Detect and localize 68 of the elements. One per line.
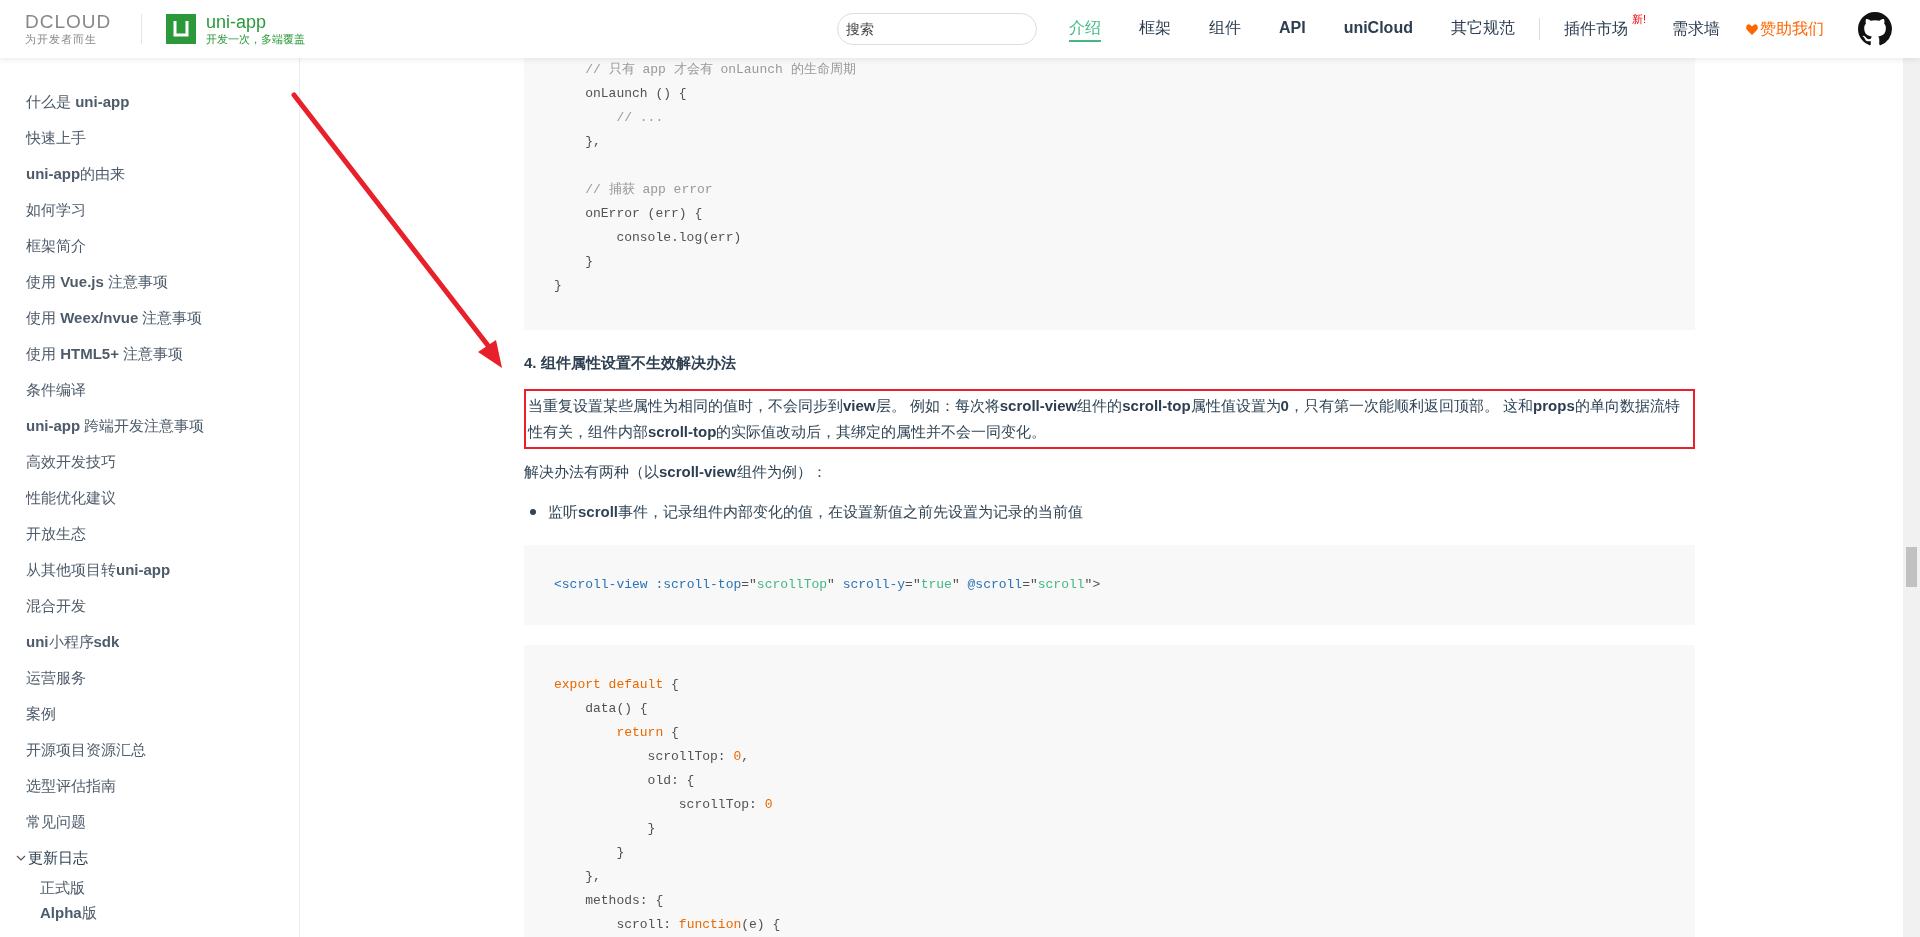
nav-tab[interactable]: 其它规范 (1450, 16, 1515, 42)
scrollbar-thumb[interactable] (1906, 547, 1917, 587)
nav-tab[interactable]: uniCloud (1343, 16, 1413, 42)
code-line: old: { (646, 771, 695, 790)
code-line: data() { (584, 699, 648, 718)
sidebar-link[interactable]: 性能优化建议 (26, 486, 116, 510)
sidebar-link[interactable]: 开放生态 (26, 522, 86, 546)
sidebar-link[interactable]: 高效开发技巧 (26, 450, 116, 474)
product-slogan: 开发一次，多端覆盖 (206, 32, 305, 46)
sidebar-link[interactable]: 运营服务 (26, 666, 86, 690)
new-label: 新! (1631, 13, 1646, 25)
bullet-icon (530, 508, 536, 515)
nav-tab[interactable]: 框架 (1138, 16, 1171, 42)
company-logo[interactable]: DCLOUD (25, 12, 112, 32)
code-line: scrollTop: 0 (677, 795, 773, 814)
sidebar-link[interactable]: 什么是 uni-app (26, 90, 130, 114)
code-line: }, (584, 133, 601, 151)
company-slogan: 为开发者而生 (25, 32, 97, 46)
sidebar-link[interactable]: 从其他项目转uni-app (26, 558, 171, 582)
sidebar-link[interactable]: uni小程序sdk (26, 630, 120, 654)
code-line: scrollTop: 0, (646, 747, 750, 766)
nav-tab[interactable]: API (1278, 16, 1306, 42)
list-item: 监听scroll事件，记录组件内部变化的值，在设置新值之前先设置为记录的当前值 (548, 501, 1084, 522)
sidebar-link[interactable]: 开源项目资源汇总 (26, 738, 146, 762)
nav-tab[interactable]: 组件 (1208, 16, 1241, 42)
heart-icon (1746, 23, 1758, 35)
code-line: scroll: function(e) { (615, 915, 781, 934)
code-line: // 只有 app 才会有 onLaunch 的生命周期 (584, 61, 856, 79)
sidebar-link[interactable]: uni-app 跨端开发注意事项 (26, 414, 205, 438)
sidebar-link[interactable]: 如何学习 (26, 198, 86, 222)
code-line: }, (584, 867, 601, 886)
product-name[interactable]: uni-app (206, 12, 305, 32)
sidebar-link[interactable]: 更新日志 (28, 846, 88, 870)
sidebar-link[interactable]: 框架简介 (26, 234, 86, 258)
sidebar-link[interactable]: 条件编译 (26, 378, 86, 402)
code-line: } (554, 277, 562, 295)
code-line: export default { (554, 675, 679, 694)
section-heading: 4. 组件属性设置不生效解决办法 (524, 353, 736, 373)
code-line: // ... (615, 109, 664, 127)
code-line: onLaunch () { (584, 85, 687, 103)
sidebar-link[interactable]: 使用 Vue.js 注意事项 (26, 270, 168, 294)
code-line: } (584, 253, 593, 271)
paragraph: 当重复设置某些属性为相同的值时，不会同步到view层。 例如：每次将scroll-view组件的scroll-top属性值设置为0，只有第一次能顺利返回顶部。 这和props的单向数据流特性有关，组件内部scroll-top的实际值改动后，其绑定的属性并不会一同变化。 (524, 388, 1695, 449)
sidebar-link[interactable]: 使用 HTML5+ 注意事项 (26, 342, 184, 366)
paragraph: 解决办法有两种（以scroll-view组件为例）： (524, 461, 828, 482)
code-line: return { (615, 723, 679, 742)
github-icon[interactable] (1858, 12, 1892, 46)
sidebar-link[interactable]: uni-app的由来 (26, 162, 126, 186)
code-line: console.log(err) (615, 229, 742, 247)
code-line: } (646, 819, 656, 838)
code-line: onError (err) { (584, 205, 703, 223)
search-field[interactable]: 搜索 (836, 13, 1037, 45)
code-line: } (615, 843, 625, 862)
nav-link[interactable]: 插件市场 (1563, 17, 1628, 41)
sidebar-link[interactable]: 选型评估指南 (26, 774, 116, 798)
sidebar-link[interactable]: 快速上手 (26, 126, 86, 150)
scrollbar[interactable] (1903, 58, 1920, 937)
code-line: methods: { (584, 891, 664, 910)
sidebar-link[interactable]: Alpha版 (40, 902, 97, 925)
sidebar-link[interactable]: 使用 Weex/nvue 注意事项 (26, 306, 203, 330)
product-logo-icon[interactable] (166, 14, 196, 44)
sidebar-link[interactable]: 正式版 (40, 877, 85, 900)
nav-link[interactable]: 需求墙 (1672, 17, 1720, 41)
sidebar-link[interactable]: 常见问题 (26, 810, 86, 834)
sidebar-link[interactable]: 案例 (26, 702, 56, 726)
sidebar-link[interactable]: 混合开发 (26, 594, 86, 618)
code-line: // 捕获 app error (584, 181, 713, 199)
code-line: <scroll-view :scroll-top="scrollTop" scroll-y="true" @scroll="scroll"> (554, 575, 1101, 594)
